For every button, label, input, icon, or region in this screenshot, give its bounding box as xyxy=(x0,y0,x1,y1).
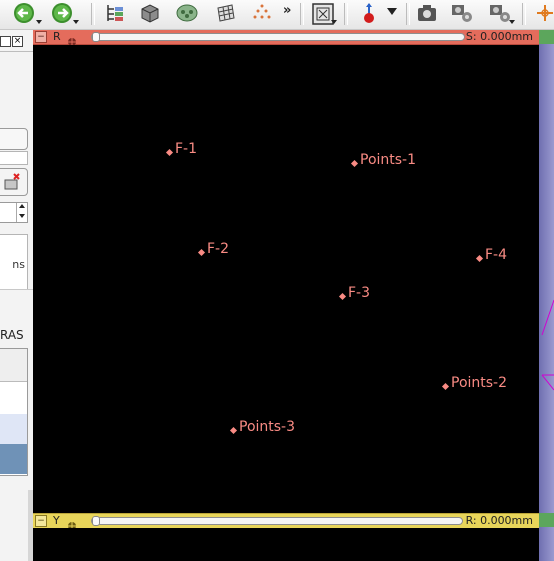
fiducial-label: F-2 xyxy=(207,241,230,257)
place-mode-dropdown-icon[interactable] xyxy=(387,8,397,15)
fiducial-label: Points-1 xyxy=(360,152,417,168)
yellow-slice-label: Y xyxy=(53,514,60,527)
back-dropdown-icon[interactable] xyxy=(36,20,42,24)
scene-snapshot-icon[interactable] xyxy=(450,2,474,24)
collapsible-button[interactable] xyxy=(0,128,28,150)
section-divider xyxy=(0,289,33,290)
red-slice-label: R xyxy=(53,30,61,43)
green-slice-bar-lower[interactable] xyxy=(539,513,554,527)
table-header xyxy=(0,349,27,382)
fiducial-label: F-1 xyxy=(175,141,198,157)
fiducial-table[interactable] xyxy=(0,348,28,476)
panel-divider xyxy=(0,51,33,52)
table-row[interactable] xyxy=(0,414,27,444)
yellow-link-icon[interactable] xyxy=(67,516,77,530)
red-offset-value: S: 0.000mm xyxy=(465,30,533,43)
spin-up-icon[interactable] xyxy=(19,204,25,208)
fiducial-marker-icon xyxy=(350,159,359,168)
fiducial-marker-icon xyxy=(165,148,174,157)
fiducial-label: Points-3 xyxy=(239,419,296,435)
data-tree-icon[interactable] xyxy=(104,2,126,24)
yellow-slice-controller: − Y R: 0.000mm xyxy=(33,513,539,530)
red-link-icon[interactable] xyxy=(67,32,77,46)
yellow-slider-thumb[interactable] xyxy=(92,516,100,526)
spin-down-icon[interactable] xyxy=(19,214,25,218)
models-icon[interactable] xyxy=(176,2,198,24)
points-icon[interactable] xyxy=(251,2,273,24)
yellow-slice-view[interactable] xyxy=(33,528,539,561)
options-frame: ns xyxy=(0,234,28,290)
fiducial-marker-icon xyxy=(475,254,484,263)
red-offset-slider[interactable] xyxy=(91,33,465,41)
fiducial-marker-icon xyxy=(197,248,206,257)
view-outline xyxy=(541,299,554,391)
coordinate-system-label: RAS xyxy=(0,328,24,342)
fiducial-marker-icon xyxy=(338,292,347,301)
forward-dropdown-icon[interactable] xyxy=(73,20,79,24)
fiducial-label: Points-2 xyxy=(451,375,508,391)
forward-arrow-icon[interactable] xyxy=(50,2,74,24)
cube-icon[interactable] xyxy=(139,2,161,24)
delete-node-button[interactable] xyxy=(0,168,28,196)
red-pin-icon[interactable]: − xyxy=(35,31,47,43)
yellow-offset-value: R: 0.000mm xyxy=(465,514,533,527)
red-slider-thumb[interactable] xyxy=(92,32,100,42)
spinbox[interactable] xyxy=(0,202,28,223)
red-slice-view[interactable]: F-1 Points-1 F-2 F-4 F-3 Points-2 Points… xyxy=(33,45,539,513)
fiducial-label: F-4 xyxy=(485,247,508,263)
grid-icon[interactable] xyxy=(215,2,237,24)
scene-dropdown-icon[interactable] xyxy=(509,20,515,24)
screenshot-icon[interactable] xyxy=(416,2,438,24)
main-toolbar: » xyxy=(0,0,554,30)
panel-close-icon[interactable]: × xyxy=(12,36,23,47)
more-tools-icon[interactable]: » xyxy=(283,3,291,18)
yellow-offset-slider[interactable] xyxy=(91,517,463,525)
module-panel: × ns RAS xyxy=(0,30,33,561)
crosshair-icon[interactable] xyxy=(536,2,554,24)
side-view-edge[interactable] xyxy=(539,30,554,561)
fiducial-marker-icon xyxy=(441,382,450,391)
layout-dropdown-icon[interactable] xyxy=(331,20,337,24)
text-field[interactable] xyxy=(0,151,28,165)
fiducial-label: F-3 xyxy=(348,285,371,301)
panel-float-icon[interactable] xyxy=(0,36,11,47)
fiducial-marker-icon xyxy=(229,426,238,435)
fiducial-place-icon[interactable] xyxy=(358,2,380,24)
table-row-selected[interactable] xyxy=(0,444,27,474)
back-arrow-icon[interactable] xyxy=(12,2,36,24)
red-slice-controller: − R S: 0.000mm xyxy=(33,30,539,46)
fragment-ns: ns xyxy=(12,258,25,271)
yellow-pin-icon[interactable]: − xyxy=(35,515,47,527)
